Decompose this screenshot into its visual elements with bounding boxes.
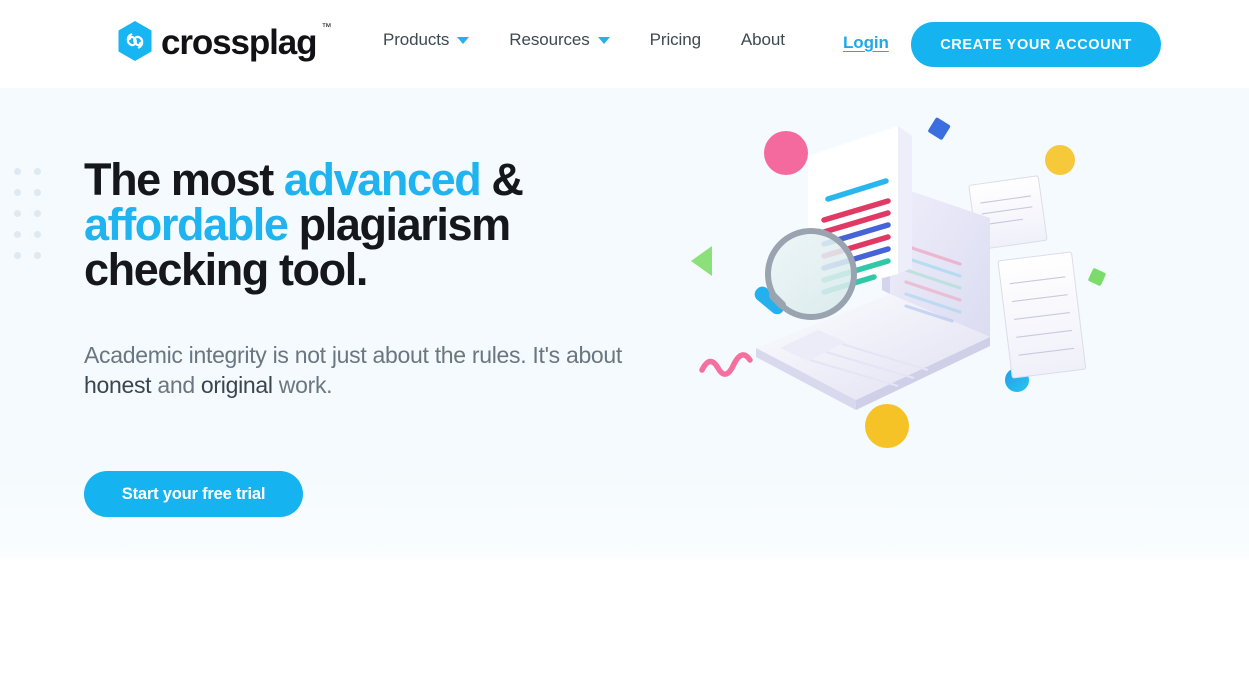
yellow-circle-top	[1045, 145, 1075, 175]
headline-text-1: The most	[84, 154, 284, 205]
nav-label: About	[740, 30, 785, 49]
decorative-dots-pattern	[14, 168, 54, 273]
nav-label: Products	[383, 30, 450, 49]
nav-item-products[interactable]: Products	[383, 30, 470, 50]
decorative-dot	[34, 189, 41, 196]
hero-section: The most advanced & affordable plagiaris…	[0, 88, 1249, 558]
floating-paper-bottom	[997, 251, 1087, 379]
nav-item-resources[interactable]: Resources	[509, 30, 610, 50]
chevron-down-icon	[597, 36, 610, 44]
magnifying-glass	[754, 228, 857, 320]
decorative-dot	[14, 252, 21, 259]
headline-highlight-affordable: affordable	[84, 199, 289, 250]
decorative-dot	[14, 189, 21, 196]
subtitle-emphasis-original: original	[200, 372, 273, 399]
login-link[interactable]: Login	[843, 33, 889, 53]
decorative-dot	[34, 168, 41, 175]
pink-circle	[764, 131, 808, 175]
nav-item-about[interactable]: About	[741, 30, 785, 50]
decorative-dot	[34, 231, 41, 238]
chevron-down-icon	[457, 36, 470, 44]
landing-page: crossplag ™ Products Resources Pricing A…	[0, 0, 1249, 682]
hero-subtitle: Academic integrity is not just about the…	[84, 340, 629, 401]
brand-name: crossplag	[161, 22, 318, 62]
headline-highlight-advanced: advanced	[283, 154, 482, 205]
site-header: crossplag ™ Products Resources Pricing A…	[0, 0, 1249, 88]
hero-headline: The most advanced & affordable plagiaris…	[84, 157, 644, 292]
headline-text-2: &	[480, 154, 524, 205]
green-diamond	[1088, 268, 1106, 286]
decorative-dot	[14, 231, 21, 238]
decorative-dot	[34, 252, 41, 259]
subtitle-text-1: Academic integrity is not just about the…	[84, 342, 623, 368]
subtitle-emphasis-honest: honest	[84, 372, 152, 399]
subtitle-text-2: and	[151, 372, 201, 399]
nav-label: Pricing	[649, 30, 701, 49]
plagiarism-check-laptop-illustration	[660, 98, 1140, 518]
create-account-button[interactable]: CREATE YOUR ACCOUNT	[911, 22, 1161, 67]
crossplag-hexagon-logo-icon	[116, 20, 154, 62]
decorative-dot	[14, 210, 21, 217]
decorative-dot	[14, 168, 21, 175]
trademark-symbol: ™	[321, 21, 332, 33]
subtitle-text-3: work.	[272, 372, 333, 399]
start-free-trial-button[interactable]: Start your free trial	[84, 471, 303, 517]
blue-diamond	[928, 117, 951, 140]
nav-label: Resources	[509, 30, 590, 49]
main-navigation: Products Resources Pricing About	[383, 30, 785, 50]
nav-item-pricing[interactable]: Pricing	[650, 30, 701, 50]
decorative-dot	[34, 210, 41, 217]
brand-logo[interactable]: crossplag ™	[116, 20, 333, 62]
pink-squiggle	[699, 352, 753, 377]
green-triangle	[691, 246, 712, 276]
yellow-circle-bottom	[865, 404, 909, 448]
